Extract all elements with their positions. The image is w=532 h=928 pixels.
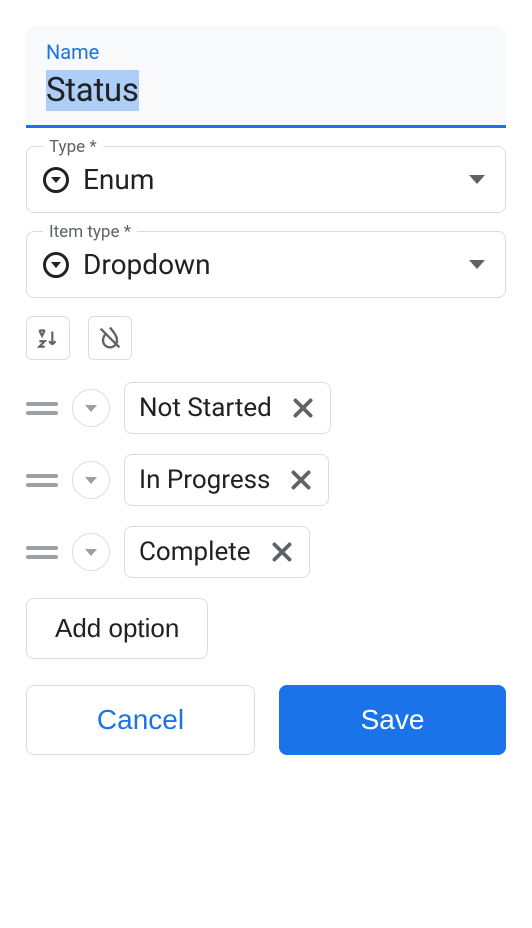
dropdown-icon (43, 252, 69, 278)
option-row: In Progress (26, 454, 506, 506)
chevron-down-icon (469, 260, 485, 269)
item-type-label: Item type * (43, 222, 137, 242)
option-style-dropdown[interactable] (72, 533, 110, 571)
item-type-select[interactable]: Item type * Dropdown (26, 231, 506, 298)
drag-handle-icon[interactable] (26, 546, 58, 559)
option-chip: Complete (124, 526, 310, 578)
dialog-footer: Cancel Save (26, 685, 506, 755)
remove-option-button[interactable] (288, 467, 314, 493)
name-label: Name (46, 40, 486, 64)
item-type-value: Dropdown (83, 248, 455, 281)
sort-alpha-icon (35, 325, 61, 351)
option-style-dropdown[interactable] (72, 389, 110, 427)
drag-handle-icon[interactable] (26, 402, 58, 415)
remove-option-button[interactable] (269, 539, 295, 565)
option-label[interactable]: Not Started (139, 393, 272, 423)
sort-alpha-button[interactable] (26, 316, 70, 360)
type-select[interactable]: Type * Enum (26, 146, 506, 213)
type-value: Enum (83, 163, 455, 196)
options-toolbar (26, 316, 506, 360)
option-label[interactable]: In Progress (139, 465, 270, 495)
drag-handle-icon[interactable] (26, 474, 58, 487)
remove-option-button[interactable] (290, 395, 316, 421)
type-label: Type * (43, 137, 103, 157)
close-icon (269, 539, 295, 565)
add-option-button[interactable]: Add option (26, 598, 208, 659)
column-settings-panel: Name Status Type * Enum Item type * Drop… (0, 0, 532, 781)
close-icon (290, 395, 316, 421)
color-off-button[interactable] (88, 316, 132, 360)
name-input[interactable]: Status (46, 70, 139, 111)
close-icon (288, 467, 314, 493)
option-style-dropdown[interactable] (72, 461, 110, 499)
name-field[interactable]: Name Status (26, 26, 506, 128)
option-row: Not Started (26, 382, 506, 434)
option-chip: Not Started (124, 382, 331, 434)
color-off-icon (96, 324, 124, 352)
save-button[interactable]: Save (279, 685, 506, 755)
option-label[interactable]: Complete (139, 537, 251, 567)
option-chip: In Progress (124, 454, 329, 506)
cancel-button[interactable]: Cancel (26, 685, 255, 755)
enum-icon (43, 167, 69, 193)
option-row: Complete (26, 526, 506, 578)
chevron-down-icon (469, 175, 485, 184)
